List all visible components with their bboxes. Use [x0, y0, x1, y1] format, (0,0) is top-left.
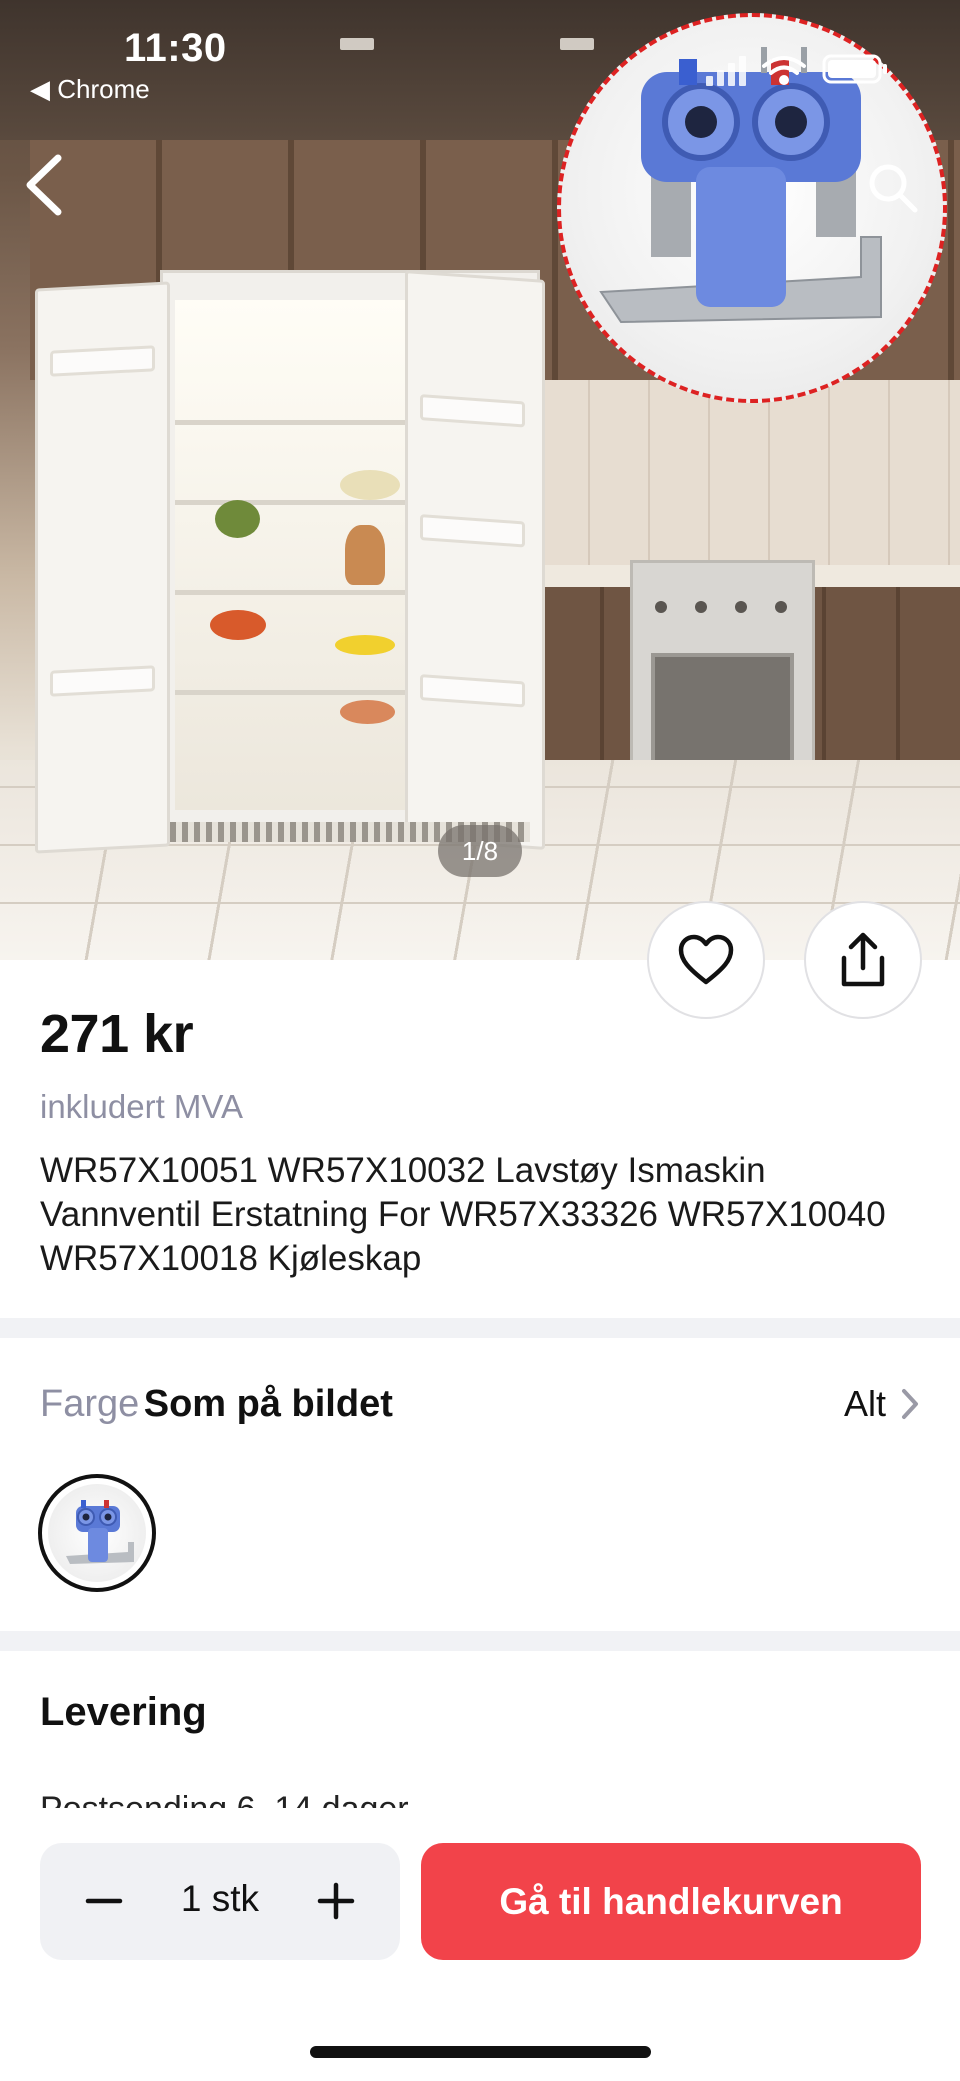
quantity-stepper[interactable]: 1 stk: [40, 1843, 400, 1960]
share-button[interactable]: [804, 901, 922, 1019]
add-to-cart-bar: 1 stk Gå til handlekurven: [0, 1808, 960, 2081]
all-variants-label: Alt: [843, 1383, 886, 1424]
chevron-right-icon: [902, 1389, 918, 1419]
status-icons: [706, 52, 896, 86]
plus-icon: [317, 1882, 355, 1920]
color-label: Farge: [40, 1383, 140, 1425]
vat-note: inkludert MVA: [40, 1088, 243, 1125]
section-divider: [0, 1318, 960, 1338]
backsplash: [530, 380, 960, 570]
image-counter: 1/8: [438, 825, 522, 877]
back-to-app-link[interactable]: ◀ Chrome: [30, 74, 150, 105]
image-search-button[interactable]: [865, 160, 921, 216]
section-divider: [0, 1631, 960, 1651]
product-title: WR57X10051 WR57X10032 Lavstøy Ismaskin V…: [40, 1151, 886, 1278]
ceiling-light: [560, 38, 594, 50]
color-value: Som på bildet: [143, 1383, 393, 1425]
wifi-icon: [762, 56, 806, 85]
fridge-door-left: [35, 281, 170, 854]
delivery-info-peek: Postsending 6–14 dager: [40, 1790, 920, 1808]
delivery-heading: Levering: [40, 1690, 207, 1734]
battery-icon: [822, 54, 887, 84]
heart-icon: [678, 934, 734, 985]
signal-icon: [706, 56, 746, 86]
product-price: 271 kr: [40, 1004, 194, 1064]
home-indicator[interactable]: [310, 2046, 651, 2058]
chevron-left-icon: [26, 154, 62, 216]
search-icon: [869, 164, 918, 213]
color-selector-row[interactable]: Farge Som på bildet Alt: [40, 1383, 920, 1433]
color-swatch-selected[interactable]: [38, 1474, 156, 1592]
decrease-quantity-button[interactable]: [74, 1871, 134, 1931]
water-valve-thumbnail: [66, 1500, 134, 1564]
increase-quantity-button[interactable]: [306, 1871, 366, 1931]
fridge-door-right: [405, 270, 545, 850]
share-icon: [841, 932, 885, 987]
status-time: 11:30: [124, 26, 227, 70]
ceiling-light: [340, 38, 374, 50]
delivery-info-text: Postsending 6–14 dager: [40, 1790, 409, 1808]
quantity-value: 1 stk: [180, 1878, 260, 1919]
go-to-cart-button[interactable]: Gå til handlekurven: [421, 1843, 921, 1960]
back-button[interactable]: [20, 150, 70, 220]
all-variants-link[interactable]: Alt: [844, 1383, 920, 1425]
favorite-button[interactable]: [647, 901, 765, 1019]
minus-icon: [85, 1898, 123, 1904]
